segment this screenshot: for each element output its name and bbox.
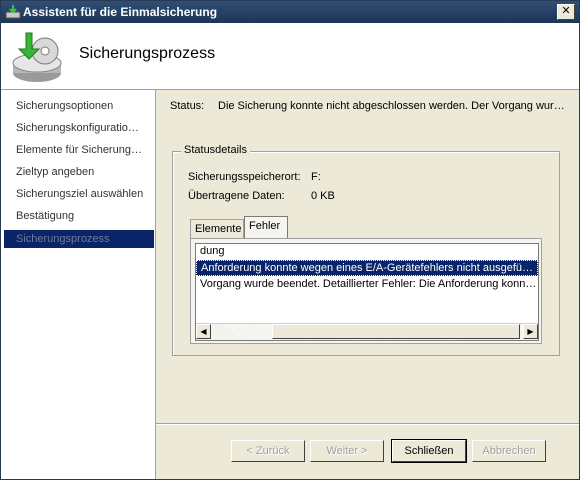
tab-elemente[interactable]: Elemente (190, 219, 244, 238)
sidebar-item-zieltyp[interactable]: Zieltyp angeben (4, 163, 154, 181)
location-value: F: (311, 171, 321, 183)
list-item-selected[interactable]: Anforderung konnte wegen eines E/A-Gerät… (196, 260, 538, 276)
horizontal-scrollbar[interactable]: ◀ ▶ (196, 323, 538, 340)
next-button[interactable]: Weiter > (310, 440, 384, 462)
window-title: Assistent für die Einmalsicherung (23, 5, 218, 19)
sidebar-item-sicherungsziel[interactable]: Sicherungsziel auswählen (4, 185, 154, 203)
sidebar-item-bestaetigung[interactable]: Bestätigung (4, 207, 154, 225)
cancel-button[interactable]: Abbrechen (472, 440, 546, 462)
status-message: Die Sicherung konnte nicht abgeschlossen… (218, 100, 565, 112)
page-heading: Sicherungsprozess (79, 45, 216, 62)
list-item[interactable]: dung (196, 244, 538, 260)
list-item[interactable]: Vorgang wurde beendet. Detaillierter Feh… (196, 277, 538, 293)
error-list[interactable]: dung Anforderung konnte wegen eines E/A-… (195, 243, 539, 341)
wizard-window: Assistent für die Einmalsicherung ✕ Sich… (0, 0, 580, 480)
transferred-value: 0 KB (311, 190, 335, 202)
footer-divider (156, 423, 579, 425)
close-button[interactable]: Schließen (391, 439, 467, 463)
sidebar-item-sicherungsprozess[interactable]: Sicherungsprozess (4, 230, 154, 248)
tab-fehler[interactable]: Fehler (244, 216, 288, 238)
sidebar-item-sicherungsoptionen[interactable]: Sicherungsoptionen (4, 97, 154, 115)
backup-app-icon (5, 5, 21, 19)
scrollbar-thumb[interactable] (272, 324, 520, 339)
wizard-header: Sicherungsprozess (1, 23, 579, 90)
status-details-legend: Statusdetails (181, 144, 250, 156)
status-label: Status: (170, 100, 205, 112)
title-bar[interactable]: Assistent für die Einmalsicherung ✕ (1, 1, 579, 23)
scroll-left-icon[interactable]: ◀ (196, 324, 211, 339)
scroll-right-icon[interactable]: ▶ (523, 324, 538, 339)
sidebar-item-elemente[interactable]: Elemente für Sicherung… (4, 141, 154, 159)
backup-disk-icon (12, 32, 62, 82)
transferred-label: Übertragene Daten: (188, 190, 285, 202)
location-label: Sicherungsspeicherort: (188, 171, 301, 183)
wizard-steps-sidebar: Sicherungsoptionen Sicherungskonfigurati… (1, 90, 156, 479)
errors-tab-panel: dung Anforderung konnte wegen eines E/A-… (190, 238, 542, 344)
sidebar-item-sicherungskonfiguration[interactable]: Sicherungskonfiguratio… (4, 119, 154, 137)
status-details-group: Statusdetails Sicherungsspeicherort: F: … (172, 144, 560, 356)
back-button[interactable]: < Zurück (231, 440, 305, 462)
wizard-content: Status: Die Sicherung konnte nicht abges… (156, 90, 579, 479)
close-window-button[interactable]: ✕ (557, 4, 575, 20)
